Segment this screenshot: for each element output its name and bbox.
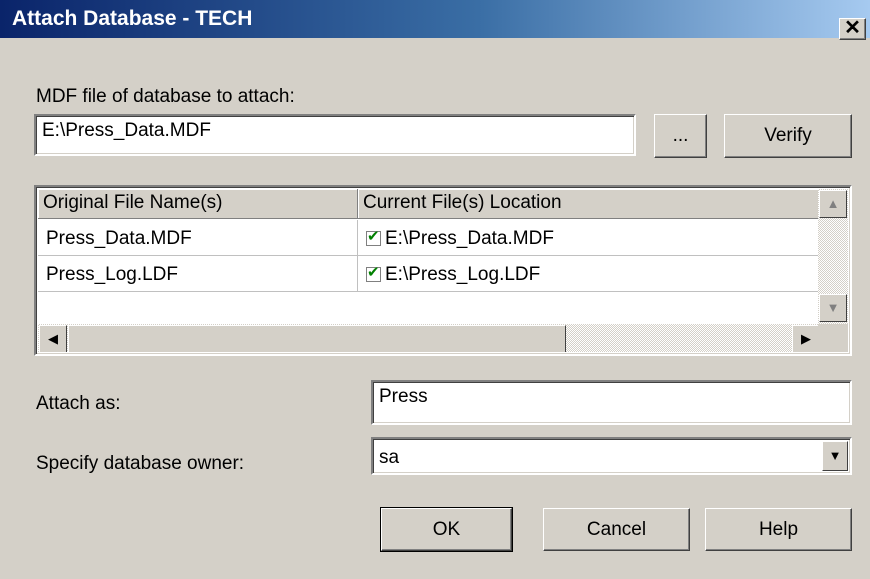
scroll-up-icon[interactable]: ▲ xyxy=(819,190,847,218)
table-row-cell-location[interactable]: E:\Press_Log.LDF xyxy=(358,256,822,292)
table-row-cell-location[interactable]: E:\Press_Data.MDF xyxy=(358,220,822,256)
title-bar: Attach Database - TECH xyxy=(0,0,870,38)
chevron-down-icon[interactable]: ▼ xyxy=(822,441,848,471)
scroll-right-icon[interactable]: ▶ xyxy=(792,325,820,352)
browse-button[interactable]: ... xyxy=(654,114,707,158)
scroll-down-icon[interactable]: ▼ xyxy=(819,294,847,322)
mdf-path-input[interactable]: E:\Press_Data.MDF xyxy=(34,114,636,156)
scroll-corner xyxy=(818,324,848,352)
mdf-label: MDF file of database to attach: xyxy=(36,86,295,107)
verify-button[interactable]: Verify xyxy=(724,114,852,158)
close-icon: ✕ xyxy=(844,17,861,39)
column-header-original[interactable]: Original File Name(s) xyxy=(38,189,358,219)
close-button[interactable]: ✕ xyxy=(839,18,866,40)
cancel-button[interactable]: Cancel xyxy=(543,508,690,551)
window-title: Attach Database - TECH xyxy=(12,7,253,30)
help-button[interactable]: Help xyxy=(705,508,852,551)
attach-as-value: Press xyxy=(379,386,428,407)
vertical-scrollbar[interactable]: ▲ ▼ xyxy=(818,189,848,324)
location-text: E:\Press_Data.MDF xyxy=(385,228,554,249)
check-icon[interactable] xyxy=(366,227,381,246)
horizontal-scrollbar[interactable]: ◀ ▶ xyxy=(38,324,822,352)
owner-label: Specify database owner: xyxy=(36,453,245,474)
check-icon[interactable] xyxy=(366,263,381,282)
column-header-location[interactable]: Current File(s) Location xyxy=(358,189,822,219)
scroll-left-icon[interactable]: ◀ xyxy=(39,325,67,352)
location-text: E:\Press_Log.LDF xyxy=(385,264,541,285)
mdf-path-value: E:\Press_Data.MDF xyxy=(42,120,211,141)
attach-as-label: Attach as: xyxy=(36,393,121,414)
ok-button[interactable]: OK xyxy=(380,507,513,552)
scroll-thumb[interactable] xyxy=(68,325,566,352)
table-row-cell-original[interactable]: Press_Data.MDF xyxy=(38,220,358,256)
attach-as-input[interactable]: Press xyxy=(371,380,852,425)
owner-value: sa xyxy=(379,447,400,468)
owner-select[interactable]: sa ▼ xyxy=(371,437,852,475)
files-grid[interactable]: Original File Name(s) Current File(s) Lo… xyxy=(34,185,852,356)
table-row-cell-original[interactable]: Press_Log.LDF xyxy=(38,256,358,292)
